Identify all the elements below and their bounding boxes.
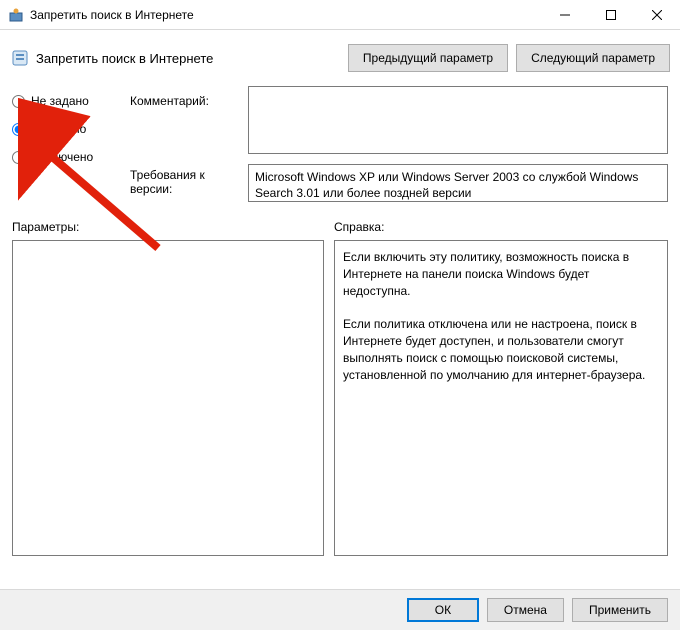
- previous-setting-button[interactable]: Предыдущий параметр: [348, 44, 508, 72]
- maximize-button[interactable]: [588, 0, 634, 29]
- policy-header: Запретить поиск в Интернете Предыдущий п…: [0, 30, 680, 82]
- cancel-button[interactable]: Отмена: [487, 598, 564, 622]
- close-button[interactable]: [634, 0, 680, 29]
- radio-enabled-input[interactable]: [12, 123, 25, 136]
- minimize-button[interactable]: [542, 0, 588, 29]
- window-titlebar: Запретить поиск в Интернете: [0, 0, 680, 30]
- radio-disabled[interactable]: Отключено: [12, 150, 122, 164]
- help-panel: Если включить эту политику, возможность …: [334, 240, 668, 556]
- policy-icon: [10, 48, 30, 68]
- radio-enabled[interactable]: Включено: [12, 122, 122, 136]
- requirements-text: Microsoft Windows XP или Windows Server …: [248, 164, 668, 202]
- app-icon: [8, 7, 24, 23]
- window-controls: [542, 0, 680, 29]
- ok-button[interactable]: ОК: [407, 598, 479, 622]
- apply-button[interactable]: Применить: [572, 598, 668, 622]
- next-setting-button[interactable]: Следующий параметр: [516, 44, 670, 72]
- window-title: Запретить поиск в Интернете: [30, 8, 542, 22]
- radio-not-configured[interactable]: Не задано: [12, 94, 122, 108]
- requirements-label: Требования к версии:: [130, 164, 240, 196]
- dialog-footer: ОК Отмена Применить: [0, 589, 680, 630]
- radio-disabled-label: Отключено: [31, 150, 93, 164]
- help-label: Справка:: [334, 220, 668, 234]
- options-panel: [12, 240, 324, 556]
- comment-input[interactable]: [248, 86, 668, 154]
- radio-not-configured-input[interactable]: [12, 95, 25, 108]
- comment-label: Комментарий:: [130, 86, 240, 108]
- radio-disabled-input[interactable]: [12, 151, 25, 164]
- policy-title: Запретить поиск в Интернете: [36, 51, 348, 66]
- radio-enabled-label: Включено: [31, 122, 86, 136]
- options-label: Параметры:: [12, 220, 334, 234]
- radio-not-configured-label: Не задано: [31, 94, 89, 108]
